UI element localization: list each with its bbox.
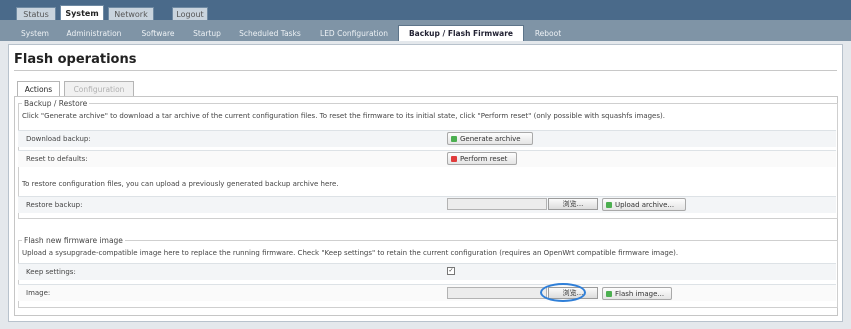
backup-description: Click "Generate archive" to download a t… <box>22 112 665 120</box>
image-label: Image: <box>26 289 51 297</box>
keep-settings-row: Keep settings: <box>18 263 836 280</box>
archive-icon <box>451 136 457 142</box>
restore-description: To restore configuration files, you can … <box>22 180 339 188</box>
restore-browse-button[interactable]: 浏览... <box>548 198 598 210</box>
generate-archive-button[interactable]: Generate archive <box>447 132 533 145</box>
main-tab-network[interactable]: Network <box>108 7 154 20</box>
upload-archive-button[interactable]: Upload archive... <box>602 198 686 211</box>
keep-settings-checkbox[interactable]: ✓ <box>447 267 455 275</box>
flash-icon <box>606 291 612 297</box>
tab-configuration[interactable]: Configuration <box>64 81 134 96</box>
sub-tab-led-configuration[interactable]: LED Configuration <box>312 27 396 41</box>
reset-icon <box>451 156 457 162</box>
title-divider <box>14 70 837 71</box>
sub-tab-scheduled-tasks[interactable]: Scheduled Tasks <box>233 27 307 41</box>
download-backup-row: Download backup: <box>18 130 836 147</box>
image-file-field[interactable] <box>447 287 547 299</box>
sub-tab-software[interactable]: Software <box>134 27 182 41</box>
perform-reset-button[interactable]: Perform reset <box>447 152 517 165</box>
flash-description: Upload a sysupgrade-compatible image her… <box>22 249 679 257</box>
flash-image-button[interactable]: Flash image... <box>602 287 672 300</box>
sub-tab-startup[interactable]: Startup <box>185 27 229 41</box>
tab-actions[interactable]: Actions <box>17 81 60 96</box>
image-row: Image: <box>18 284 836 301</box>
perform-reset-label: Perform reset <box>460 155 508 163</box>
restore-file-field[interactable] <box>447 198 547 210</box>
flash-legend: Flash new firmware image <box>22 236 125 245</box>
main-tab-status[interactable]: Status <box>16 7 56 20</box>
flash-image-label: Flash image... <box>615 290 665 298</box>
sub-tab-backup-flash-firmware[interactable]: Backup / Flash Firmware <box>398 25 524 41</box>
sub-tab-administration[interactable]: Administration <box>58 27 130 41</box>
restore-backup-label: Restore backup: <box>26 201 83 209</box>
main-tab-system[interactable]: System <box>60 5 104 20</box>
page-title: Flash operations <box>14 52 137 67</box>
download-backup-label: Download backup: <box>26 135 91 143</box>
generate-archive-label: Generate archive <box>460 135 521 143</box>
upload-archive-label: Upload archive... <box>615 201 675 209</box>
upload-icon <box>606 202 612 208</box>
main-tab-logout[interactable]: Logout <box>172 7 208 20</box>
keep-settings-label: Keep settings: <box>26 268 76 276</box>
restore-backup-row: Restore backup: <box>18 196 836 213</box>
sub-tab-system[interactable]: System <box>14 27 56 41</box>
sub-tab-reboot[interactable]: Reboot <box>530 27 566 41</box>
reset-defaults-label: Reset to defaults: <box>26 155 88 163</box>
backup-legend: Backup / Restore <box>22 99 90 108</box>
reset-defaults-row: Reset to defaults: <box>18 150 836 167</box>
highlight-circle <box>540 283 586 302</box>
